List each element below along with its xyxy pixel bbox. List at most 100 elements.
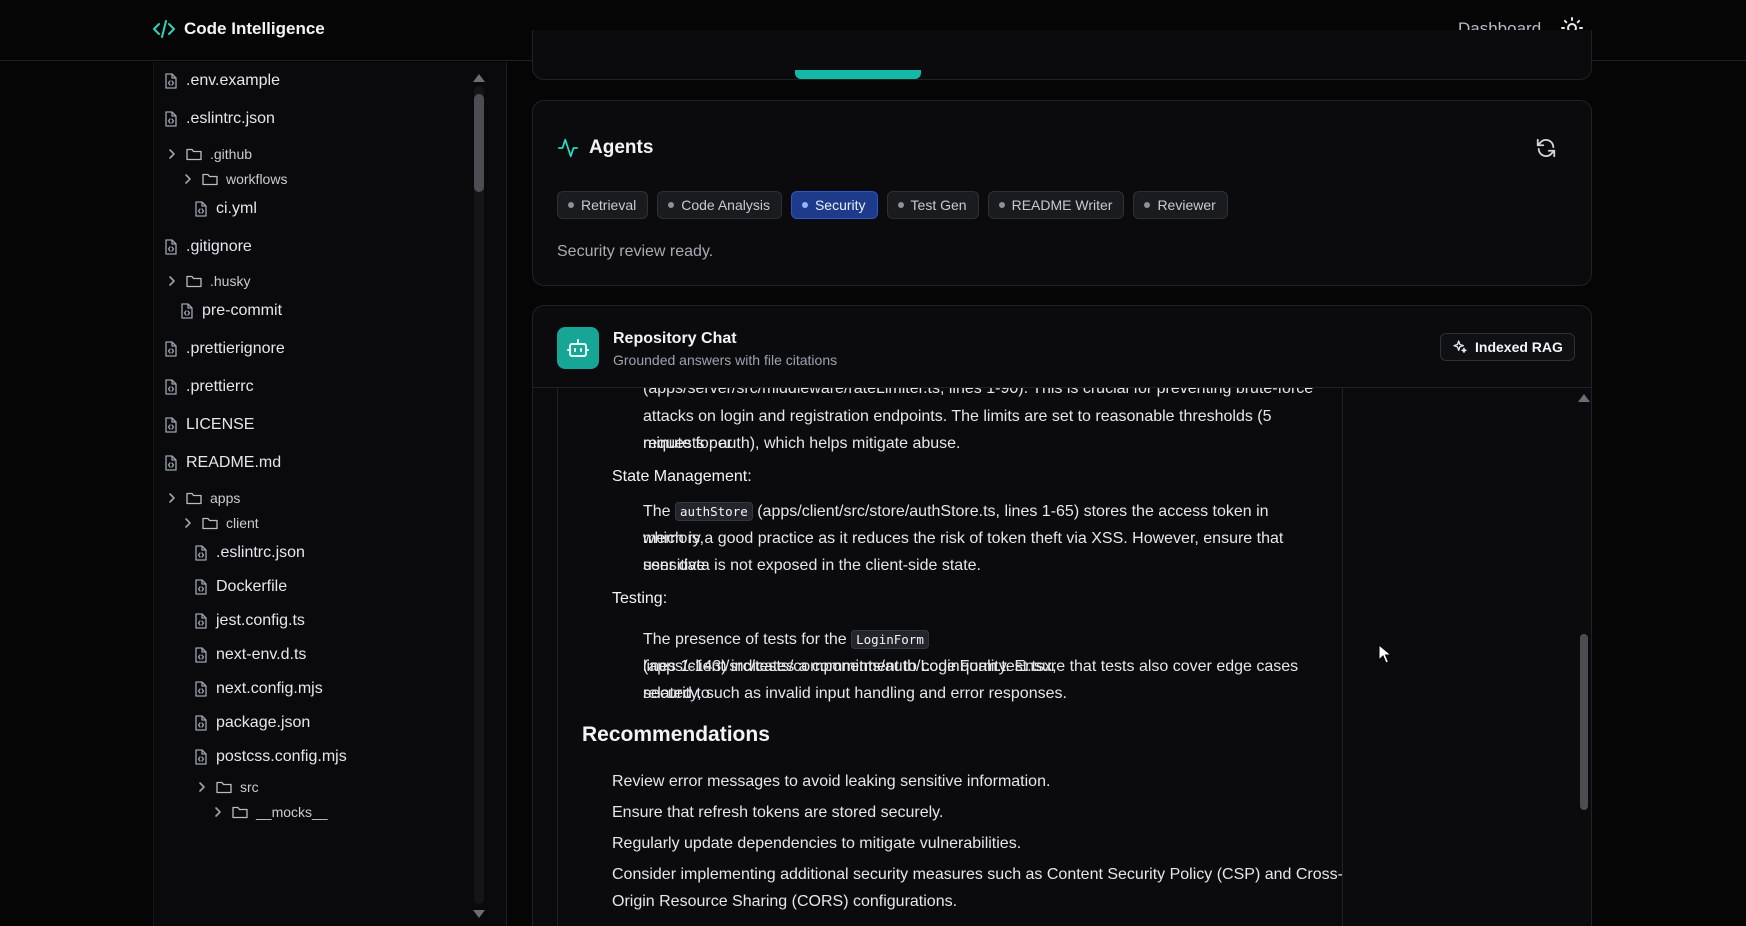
file-code-icon [195,201,207,217]
file-name: jest.config.ts [216,612,305,629]
file-code-icon [165,341,177,357]
section-heading-recommendations: Recommendations [582,723,770,746]
brand[interactable]: Code Intelligence [152,17,325,41]
folder-item-husky[interactable]: .husky [166,273,250,289]
recommendation-item: Review error messages to avoid leaking s… [612,773,1051,790]
chat-scroll-thumb[interactable] [1580,634,1588,810]
file-code-icon [165,111,177,127]
file-name: .eslintrc.json [186,110,275,127]
agent-pill-retrieval[interactable]: Retrieval [557,191,649,219]
folder-item-client[interactable]: client [182,515,259,531]
indexed-rag-badge[interactable]: Indexed RAG [1440,333,1575,361]
folder-item-github[interactable]: .github [166,146,252,162]
file-name: .gitignore [186,238,252,255]
file-item-pre-commit[interactable]: pre-commit [180,302,282,320]
chevron-right-icon[interactable] [212,806,224,818]
agent-pill-reviewer[interactable]: Reviewer [1133,191,1228,219]
folder-item-mocks[interactable]: __mocks__ [212,804,328,820]
file-name: README.md [186,454,282,471]
agent-pill-label: Code Analysis [681,197,770,213]
folder-icon [232,806,248,819]
file-item-license[interactable]: LICENSE [164,416,254,434]
agents-title: Agents [589,137,654,158]
file-code-icon [165,417,177,433]
agent-pill-test-gen[interactable]: Test Gen [886,191,979,219]
refresh-icon[interactable] [1535,137,1557,159]
recommendation-item: Regularly update dependencies to mitigat… [612,835,1022,852]
status-dot-icon [568,202,574,208]
file-item-package-json[interactable]: package.json [194,714,310,732]
file-item-gitignore[interactable]: .gitignore [164,238,252,256]
recommendation-item: Origin Resource Sharing (CORS) configura… [612,893,958,910]
file-code-icon [195,545,207,561]
file-item-next-config-mjs[interactable]: next.config.mjs [194,680,323,698]
file-item-prettierignore[interactable]: .prettierignore [164,340,285,358]
folder-name: __mocks__ [256,804,328,820]
mouse-cursor-icon [1378,644,1392,664]
file-tree-scrollbar[interactable] [472,72,486,920]
file-code-icon [195,613,207,629]
chevron-right-icon[interactable] [166,148,178,160]
file-item-jest-config-ts[interactable]: jest.config.ts [194,612,305,630]
chat-subtitle: Grounded answers with file citations [613,352,838,368]
scroll-thumb[interactable] [474,94,484,192]
folder-item-apps[interactable]: apps [166,490,240,506]
file-code-icon [165,455,177,471]
active-tab-indicator[interactable] [795,70,921,79]
agent-pill-readme-writer[interactable]: README Writer [987,191,1125,219]
status-dot-icon [998,202,1005,208]
message-line: user data is not exposed in the client-s… [643,557,981,574]
chat-header: Repository Chat Grounded answers with fi… [533,306,1591,388]
message-text: The [643,503,671,520]
file-item-eslintrc-json[interactable]: .eslintrc.json [164,110,275,128]
file-name: next-env.d.ts [216,646,307,663]
chevron-right-icon[interactable] [182,173,194,185]
agent-pill-code-analysis[interactable]: Code Analysis [657,191,782,219]
chevron-right-icon[interactable] [166,275,178,287]
message-line: security, such as invalid input handling… [643,685,1067,702]
file-name: .prettierignore [186,340,285,357]
recommendation-item: Ensure that refresh tokens are stored se… [612,804,944,821]
folder-icon [202,517,218,530]
file-item-ci-yml[interactable]: ci.yml [194,200,257,218]
file-item-postcss-config-mjs[interactable]: postcss.config.mjs [194,748,347,766]
folder-name: apps [210,490,241,506]
recommendation-item: Consider implementing additional securit… [612,866,1343,883]
file-item-eslintrc-json[interactable]: .eslintrc.json [194,544,305,562]
agent-pill-label: Test Gen [910,197,967,213]
scroll-up-arrow-icon[interactable] [1578,394,1590,402]
scroll-down-arrow-icon[interactable] [473,910,485,918]
scroll-up-arrow-icon[interactable] [473,74,485,82]
bot-avatar [557,327,599,369]
chat-scrollbar[interactable] [1577,392,1591,926]
file-item-prettierrc[interactable]: .prettierrc [164,378,254,396]
indexed-rag-label: Indexed RAG [1475,339,1563,355]
file-code-icon [165,239,177,255]
folder-icon [186,275,202,288]
bot-icon [567,339,589,357]
message-text: The presence of tests for the [643,631,847,648]
file-name: next.config.mjs [216,680,323,697]
folder-name: client [226,515,259,531]
inline-code-authstore: authStore [675,502,753,521]
agents-status-text: Security review ready. [557,243,714,260]
file-item-env-example[interactable]: .env.example [164,72,280,90]
file-item-readme-md[interactable]: README.md [164,454,281,472]
chevron-right-icon[interactable] [196,781,208,793]
folder-item-src[interactable]: src [196,779,259,795]
scroll-track[interactable] [474,86,484,904]
section-heading-state-management: State Management: [612,468,752,485]
agent-pill-label: Reviewer [1157,197,1216,213]
file-name: .eslintrc.json [216,544,305,561]
agent-pill-label: README Writer [1011,197,1113,213]
chevron-right-icon[interactable] [166,492,178,504]
folder-item-workflows[interactable]: workflows [182,171,287,187]
file-item-dockerfile[interactable]: Dockerfile [194,578,287,596]
file-code-icon [195,579,207,595]
agent-pill-security[interactable]: Security [790,191,878,219]
status-dot-icon [801,202,808,208]
chevron-right-icon[interactable] [182,517,194,529]
file-tree-panel: .env.example .eslintrc.json .github workflo… [153,62,507,926]
file-item-next-env-d-ts[interactable]: next-env.d.ts [194,646,306,664]
chat-title: Repository Chat [613,330,737,347]
